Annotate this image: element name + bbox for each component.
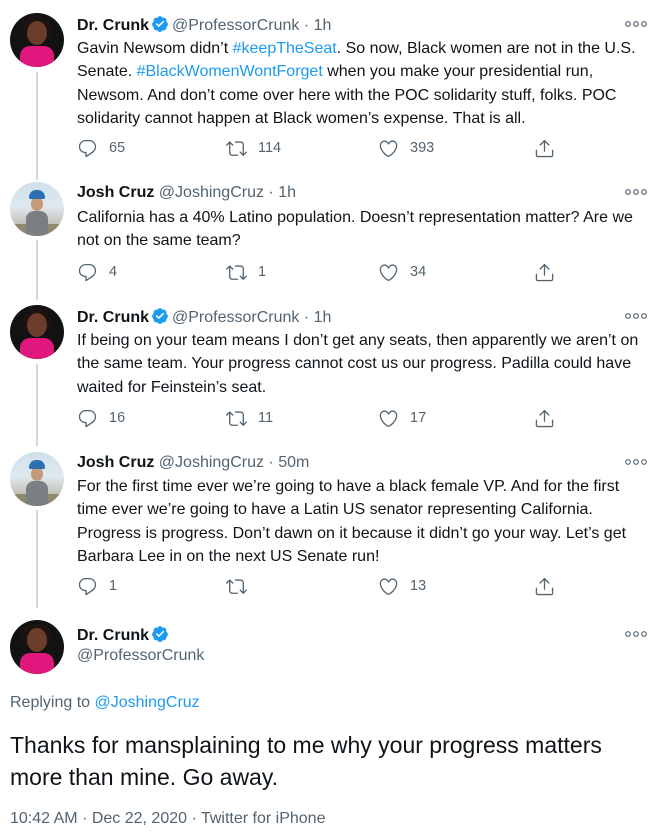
replying-label: Replying to — [10, 694, 91, 711]
separator-dot: · — [191, 810, 197, 827]
verified-badge-icon — [151, 625, 169, 643]
main-tweet: Dr. Crunk @ProfessorCrunk Replying to @J… — [0, 0, 667, 840]
tweet-meta: 10:42 AM · Dec 22, 2020 · Twitter for iP… — [10, 810, 325, 828]
tweet-header: Dr. Crunk — [77, 625, 172, 646]
author-name[interactable]: Dr. Crunk — [77, 627, 149, 644]
avatar[interactable] — [10, 620, 64, 674]
tweet-time[interactable]: 10:42 AM — [10, 810, 78, 827]
author-handle[interactable]: @ProfessorCrunk — [77, 647, 204, 665]
replying-handle-link[interactable]: @JoshingCruz — [95, 694, 200, 711]
more-icon[interactable] — [625, 628, 647, 640]
replying-to: Replying to @JoshingCruz — [10, 694, 200, 712]
separator-dot: · — [82, 810, 88, 827]
tweet-date[interactable]: Dec 22, 2020 — [92, 810, 187, 827]
main-tweet-text: Thanks for mansplaining to me why your p… — [10, 732, 602, 790]
tweet-source[interactable]: Twitter for iPhone — [201, 810, 326, 827]
